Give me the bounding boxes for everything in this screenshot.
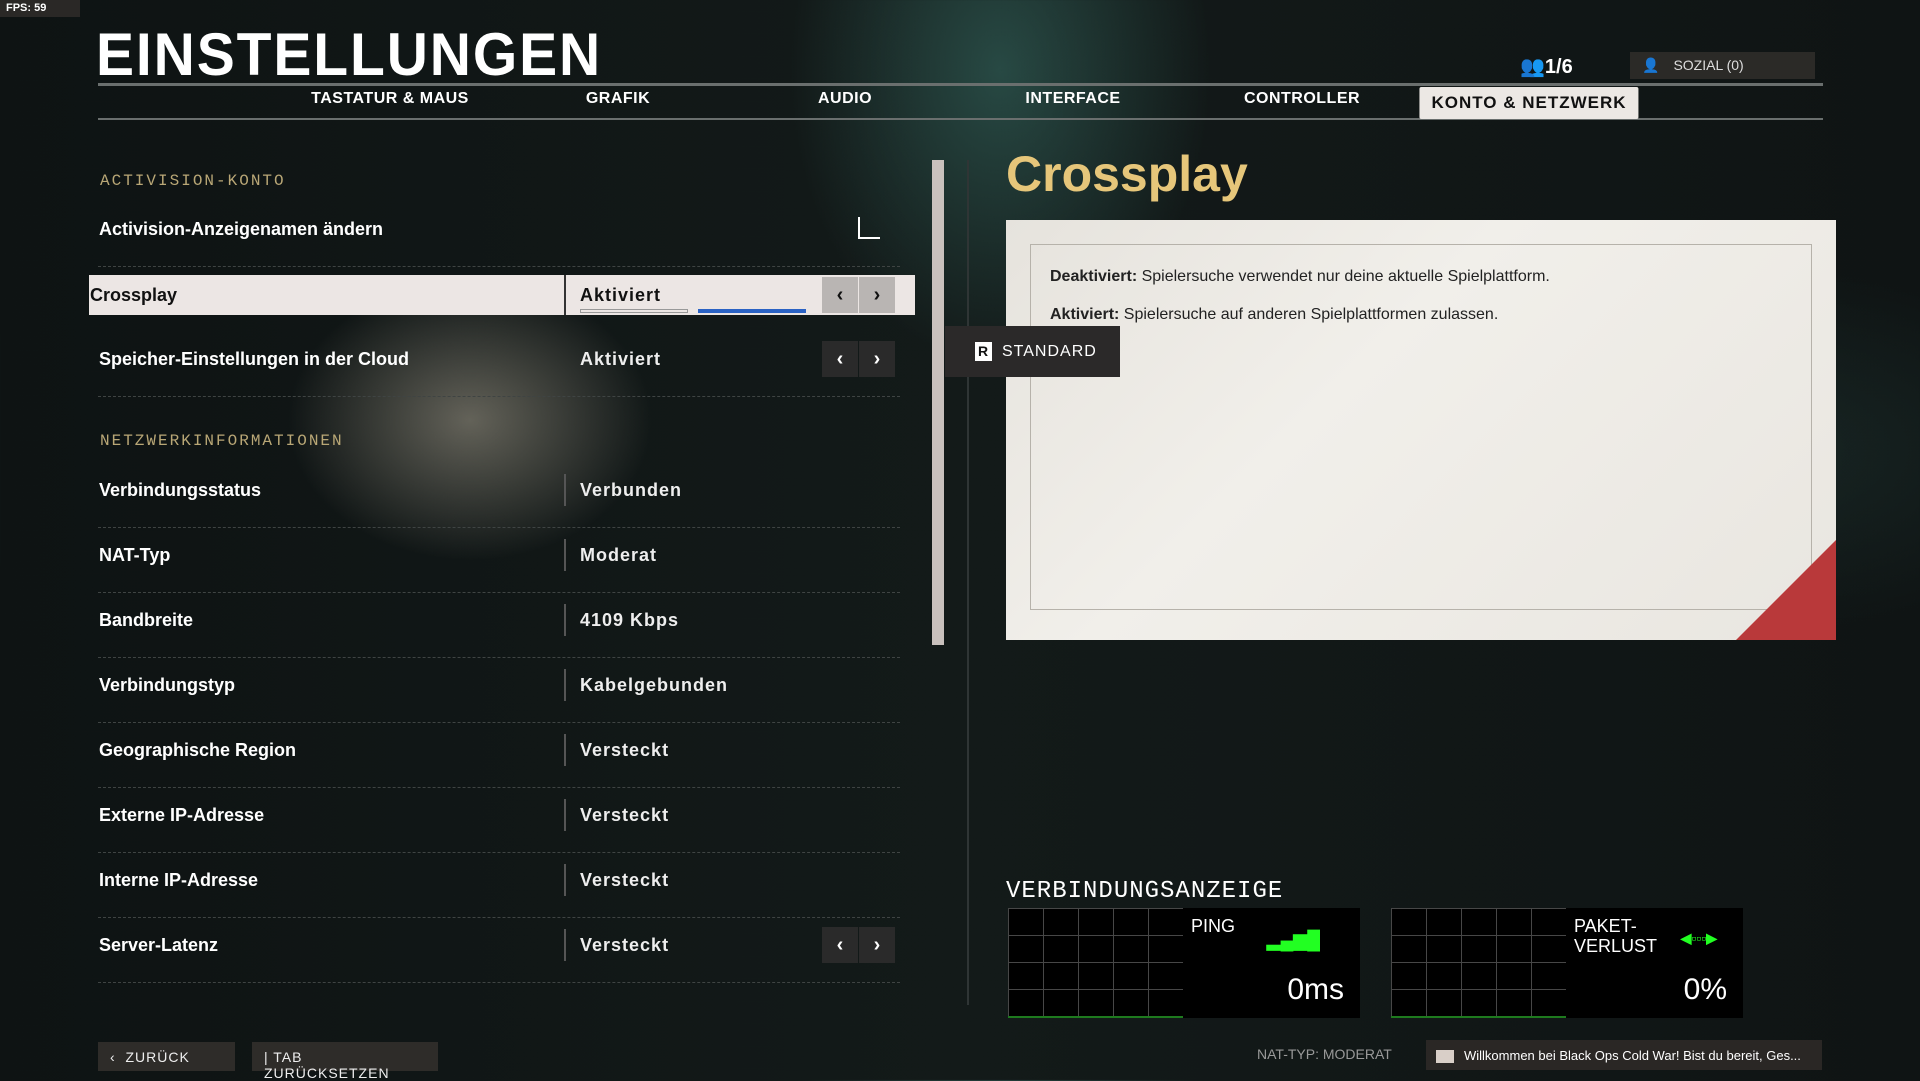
back-button[interactable]: ‹ ZURÜCK [98,1042,235,1071]
divider [564,864,566,896]
chevron-right-icon[interactable]: › [859,341,895,377]
corner-stripe [1736,540,1836,640]
chevron-right-icon[interactable]: › [859,277,895,313]
setting-label: Activision-Anzeigenamen ändern [99,219,384,239]
description-enabled: Aktiviert: Spielersuche auf anderen Spie… [1050,306,1499,323]
divider [564,929,566,961]
setting-row-verbindungsstatus[interactable]: Verbindungsstatus Verbunden [98,470,900,528]
nat-type-status: NAT-TYP: MODERAT [1257,1046,1392,1062]
setting-value: Versteckt [580,935,670,955]
divider [564,734,566,766]
chevron-left-icon[interactable]: ‹ [822,927,858,963]
setting-row-externe-ip-adresse[interactable]: Externe IP-Adresse Versteckt [98,795,900,853]
setting-label: Crossplay [90,285,178,305]
chat-message[interactable]: Willkommen bei Black Ops Cold War! Bist … [1426,1040,1822,1070]
connection-meter-title: VERBINDUNGSANZEIGE [1006,878,1284,905]
divider [564,275,566,315]
ping-graph [1008,908,1183,1018]
social-button[interactable]: 👤 SOZIAL (0) [1630,52,1815,79]
r-key-icon: R [975,342,992,361]
tab-controller[interactable]: CONTROLLER [1244,90,1360,108]
external-link-icon[interactable] [858,217,880,239]
setting-value: Kabelgebunden [580,675,729,695]
friends-icon: 👤 [1642,57,1660,73]
detail-card: Deaktiviert: Spielersuche verwendet nur … [1006,220,1836,640]
chevron-left-icon[interactable]: ‹ [822,277,858,313]
setting-label: NAT-Typ [99,545,171,565]
divider [564,474,566,506]
chevron-left-icon[interactable]: ‹ [822,341,858,377]
default-button[interactable]: R STANDARD [945,326,1120,377]
chat-icon [1436,1050,1454,1064]
setting-row-nat-typ[interactable]: NAT-Typ Moderat [98,535,900,593]
tab-tastatur-maus[interactable]: TASTATUR & MAUS [311,90,469,108]
chevron-right-icon[interactable]: › [859,927,895,963]
setting-label: Interne IP-Adresse [99,870,259,890]
setting-row-interne-ip-adresse[interactable]: Interne IP-Adresse Versteckt [98,860,900,918]
party-count[interactable]: 👥1/6 [1520,54,1573,79]
setting-row-verbindungstyp[interactable]: Verbindungstyp Kabelgebunden [98,665,900,723]
setting-label: Speicher-Einstellungen in der Cloud [99,349,410,369]
divider [564,799,566,831]
setting-row-crossplay[interactable]: Crossplay Aktiviert ‹ › [89,275,915,315]
setting-label: Externe IP-Adresse [99,805,265,825]
chevron-left-icon: ‹ [110,1049,126,1065]
option-indicator-off [580,309,688,313]
fps-counter: FPS: 59 [0,0,80,17]
divider [564,539,566,571]
option-indicator-on [698,309,806,313]
setting-row-bandbreite[interactable]: Bandbreite 4109 Kbps [98,600,900,658]
setting-row-geographische-region[interactable]: Geographische Region Versteckt [98,730,900,788]
tab-grafik[interactable]: GRAFIK [586,90,650,108]
divider [564,669,566,701]
setting-value: Aktiviert [580,285,662,305]
setting-label: Verbindungsstatus [99,480,262,500]
setting-value: Aktiviert [580,349,662,369]
packet-loss-graph [1391,908,1566,1018]
setting-label: Bandbreite [99,610,194,630]
setting-row-activision-anzeigenamen-ndern[interactable]: Activision-Anzeigenamen ändern [98,209,900,267]
divider [564,604,566,636]
divider [98,83,1823,86]
signal-bars-icon: ▂▄▆█ [1266,930,1320,950]
tab-konto-netzwerk[interactable]: KONTO & NETZWERK [1419,87,1639,119]
setting-label: Verbindungstyp [99,675,236,695]
description-disabled: Deaktiviert: Spielersuche verwendet nur … [1050,268,1550,285]
ping-panel: PING ▂▄▆█ 0ms [1008,908,1360,1018]
setting-row-speicher-einstellungen-in-der-cloud[interactable]: Speicher-Einstellungen in der Cloud Aktiv… [98,339,900,397]
setting-value: Versteckt [580,740,670,760]
scrollbar-thumb[interactable] [932,160,944,645]
page-title: EINSTELLUNGEN [96,21,603,88]
party-icon: 👥 [1520,56,1545,78]
setting-label: Geographische Region [99,740,297,760]
setting-value: Versteckt [580,870,670,890]
packet-arrows-icon: ◀▫▫▫▶ [1680,930,1717,946]
tab-interface[interactable]: INTERFACE [1025,90,1120,108]
setting-value: Moderat [580,545,658,565]
setting-value: 4109 Kbps [580,610,680,630]
reset-tab-button[interactable]: | TAB ZURÜCKSETZEN [252,1042,438,1081]
tab-audio[interactable]: AUDIO [818,90,872,108]
setting-row-server-latenz[interactable]: Server-Latenz Versteckt ‹ › [98,925,900,983]
section-network-info: NETZWERKINFORMATIONEN [100,432,344,450]
setting-value: Verbunden [580,480,683,500]
scrollbar-track[interactable] [967,160,969,1005]
setting-label: Server-Latenz [99,935,219,955]
packet-loss-panel: PAKET- VERLUST ◀▫▫▫▶ 0% [1391,908,1743,1018]
setting-value: Versteckt [580,805,670,825]
detail-title: Crossplay [1006,146,1248,202]
section-activision-account: ACTIVISION-KONTO [100,172,286,190]
